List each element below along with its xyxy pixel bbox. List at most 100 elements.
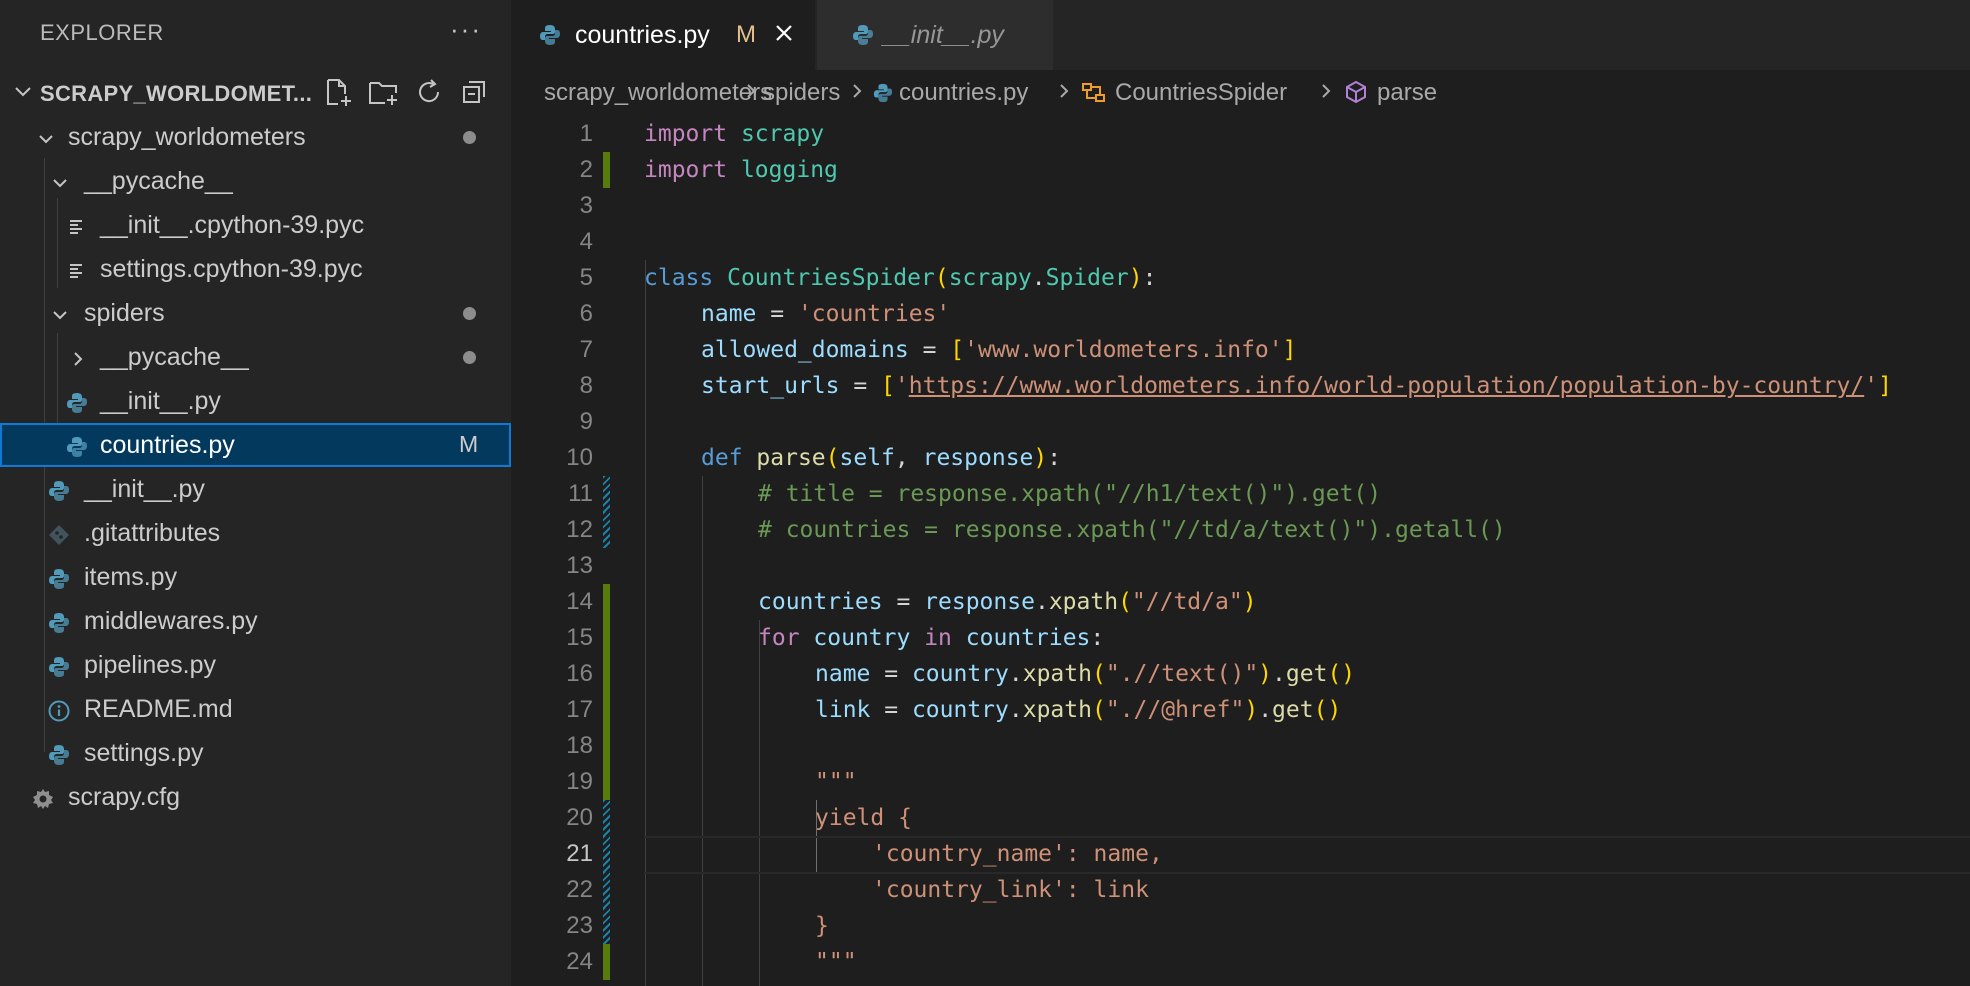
code-line: 5 class CountriesSpider(scrapy.Spider): [511, 260, 1970, 296]
line-number: 7 [579, 336, 593, 363]
line-number: 22 [566, 876, 593, 903]
editor-area: countries.py M __init__.py scrapy_worldo… [511, 0, 1970, 986]
tree-file-init-pyc[interactable]: __init__.cpython-39.pyc [0, 203, 511, 247]
more-actions-icon[interactable]: ··· [450, 14, 482, 45]
line-number: 13 [566, 552, 593, 579]
git-added-marker [603, 944, 610, 980]
tab-countries-py[interactable]: countries.py M [511, 0, 815, 70]
git-modified-badge: M [736, 21, 756, 48]
chevron-right-icon [1319, 80, 1335, 109]
code-line: 11 # title = response.xpath("//h1/text()… [511, 476, 1970, 512]
code-line: 12 # countries = response.xpath("//td/a/… [511, 512, 1970, 548]
tree-item-label: settings.py [84, 739, 204, 767]
tab-bar: countries.py M __init__.py [511, 0, 1970, 70]
python-file-icon [66, 392, 87, 413]
git-modified-marker [603, 908, 610, 944]
explorer-title: EXPLORER [40, 20, 164, 45]
python-file-icon [48, 612, 69, 633]
python-file-icon [852, 24, 874, 51]
tree-file-countries[interactable]: countries.py M [0, 423, 511, 467]
line-number: 3 [579, 192, 593, 219]
tab-label: countries.py [575, 21, 710, 49]
breadcrumb-item[interactable]: spiders [763, 79, 840, 107]
git-added-marker [603, 152, 610, 188]
tree-file-settings-pyc[interactable]: settings.cpython-39.pyc [0, 247, 511, 291]
code-text: name = 'countries' [701, 301, 951, 327]
workspace-root[interactable]: SCRAPY_WORLDOMET... [0, 70, 511, 114]
tree-file-scrapy-cfg[interactable]: scrapy.cfg [0, 775, 511, 819]
tree-file-items[interactable]: items.py [0, 555, 511, 599]
code-docstring: """ [815, 769, 857, 795]
tree-file-init[interactable]: __init__.py [0, 467, 511, 511]
code-comment: # countries = response.xpath("//td/a/tex… [758, 517, 1506, 543]
chevron-right-icon [850, 80, 866, 109]
chevron-down-icon [36, 127, 56, 156]
git-added-marker [603, 764, 610, 800]
chevron-right-icon [1057, 80, 1073, 109]
code-docstring: yield { [815, 805, 912, 831]
refresh-icon[interactable] [414, 78, 446, 106]
method-symbol-icon [1344, 80, 1368, 111]
binary-file-icon [68, 260, 88, 280]
code-text: def parse(self, response): [701, 445, 1062, 471]
chevron-down-icon[interactable] [12, 80, 34, 107]
breadcrumb-item[interactable]: CountriesSpider [1115, 79, 1287, 107]
tree-item-label: __init__.py [84, 475, 205, 503]
code-text: start_urls = ['https://www.worldometers.… [701, 373, 1892, 399]
tab-init-py[interactable]: __init__.py [817, 0, 1053, 70]
binary-file-icon [68, 216, 88, 236]
line-number: 5 [579, 264, 593, 291]
tree-file-middlewares[interactable]: middlewares.py [0, 599, 511, 643]
tree-item-label: scrapy_worldometers [68, 123, 306, 151]
workspace-root-label: SCRAPY_WORLDOMET... [40, 81, 313, 106]
chevron-down-icon [50, 171, 70, 200]
line-number: 19 [566, 768, 593, 795]
tree-file-settings[interactable]: settings.py [0, 731, 511, 775]
tree-file-readme[interactable]: README.md [0, 687, 511, 731]
line-number: 2 [579, 156, 593, 183]
code-line: 16 name = country.xpath(".//text()").get… [511, 656, 1970, 692]
tree-folder-scrapy-worldometers[interactable]: scrapy_worldometers [0, 115, 511, 159]
current-line-highlight [644, 836, 1970, 874]
tree-file-gitattributes[interactable]: .gitattributes [0, 511, 511, 555]
code-docstring: 'country_link': link [872, 877, 1149, 903]
code-editor[interactable]: 1 import scrapy 2 import logging 3 4 5 c… [511, 116, 1970, 986]
breadcrumb-item[interactable]: parse [1377, 79, 1437, 107]
line-number: 8 [579, 372, 593, 399]
breadcrumb-item[interactable]: scrapy_worldometers [544, 79, 772, 107]
code-line: 3 [511, 188, 1970, 224]
tree-folder-pycache[interactable]: __pycache__ [0, 159, 511, 203]
code-line: 6 name = 'countries' [511, 296, 1970, 332]
collapse-all-icon[interactable] [460, 78, 492, 106]
breadcrumb-item[interactable]: countries.py [899, 79, 1028, 107]
tree-folder-spiders[interactable]: spiders [0, 291, 511, 335]
git-modified-marker [603, 512, 610, 548]
new-file-icon[interactable] [322, 78, 354, 106]
tree-item-label: scrapy.cfg [68, 783, 181, 811]
code-docstring: } [815, 913, 829, 939]
code-text: countries = response.xpath("//td/a") [758, 589, 1257, 615]
code-line: 9 [511, 404, 1970, 440]
close-icon[interactable] [773, 22, 795, 49]
modified-dot-icon [463, 307, 476, 320]
tree-item-label: README.md [84, 695, 233, 723]
line-number: 14 [566, 588, 593, 615]
line-number: 21 [566, 840, 593, 867]
tree-file-spiders-init[interactable]: __init__.py [0, 379, 511, 423]
tree-item-label: spiders [84, 299, 165, 327]
code-line: 10 def parse(self, response): [511, 440, 1970, 476]
tree-folder-spiders-pycache[interactable]: __pycache__ [0, 335, 511, 379]
git-added-marker [603, 692, 610, 728]
git-modified-marker [603, 836, 610, 872]
new-folder-icon[interactable] [368, 78, 400, 106]
code-text: allowed_domains = ['www.worldometers.inf… [701, 337, 1297, 363]
code-line: 4 [511, 224, 1970, 260]
line-number: 12 [566, 516, 593, 543]
code-docstring: """ [815, 949, 857, 975]
code-line: 2 import logging [511, 152, 1970, 188]
tree-file-pipelines[interactable]: pipelines.py [0, 643, 511, 687]
tree-item-label: countries.py [100, 431, 235, 459]
class-symbol-icon [1081, 81, 1107, 112]
vscode-window: EXPLORER ··· SCRAPY_WORLDOMET... scrapy_… [0, 0, 1970, 986]
chevron-right-icon [744, 80, 760, 109]
